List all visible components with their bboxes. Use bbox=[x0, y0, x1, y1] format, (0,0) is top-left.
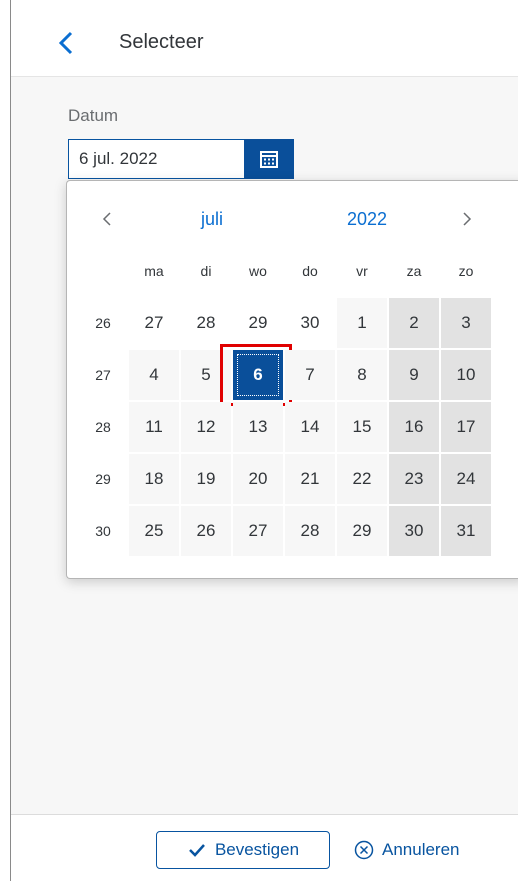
day-cell[interactable]: 27 bbox=[233, 506, 283, 556]
weekday-header: wo bbox=[249, 263, 267, 279]
day-cell[interactable]: 28 bbox=[181, 298, 231, 348]
dialog-header: Selecteer bbox=[11, 0, 518, 77]
dialog-footer: Bevestigen Annuleren bbox=[11, 814, 518, 881]
dialog: Selecteer Datum juli 2022 madiwodovrz bbox=[10, 0, 518, 881]
day-cell[interactable]: 30 bbox=[389, 506, 439, 556]
cancel-button-label: Annuleren bbox=[382, 840, 460, 859]
weekday-header: za bbox=[406, 263, 422, 279]
day-cell[interactable]: 21 bbox=[285, 454, 335, 504]
month-picker-button[interactable]: juli bbox=[201, 209, 223, 230]
week-number: 30 bbox=[95, 523, 111, 539]
day-cell[interactable]: 17 bbox=[441, 402, 491, 452]
day-cell[interactable]: 30 bbox=[285, 298, 335, 348]
day-cell[interactable]: 8 bbox=[337, 350, 387, 400]
day-cell[interactable]: 29 bbox=[337, 506, 387, 556]
day-cell[interactable]: 28 bbox=[285, 506, 335, 556]
confirm-button-label: Bevestigen bbox=[214, 840, 300, 859]
date-field-label: Datum bbox=[68, 106, 119, 125]
chevron-left-icon bbox=[102, 212, 111, 226]
day-cell[interactable]: 25 bbox=[129, 506, 179, 556]
calendar-toggle-button[interactable] bbox=[244, 139, 294, 179]
day-cell[interactable]: 19 bbox=[181, 454, 231, 504]
page-title: Selecteer bbox=[119, 31, 204, 53]
day-cell[interactable]: 1 bbox=[337, 298, 387, 348]
previous-month-button[interactable] bbox=[97, 207, 117, 231]
confirm-button[interactable]: Bevestigen bbox=[156, 831, 330, 869]
chevron-right-icon bbox=[463, 212, 472, 226]
day-cell[interactable]: 29 bbox=[233, 298, 283, 348]
next-month-button[interactable] bbox=[457, 207, 477, 231]
day-cell[interactable]: 4 bbox=[129, 350, 179, 400]
day-cell[interactable]: 18 bbox=[129, 454, 179, 504]
weekday-header: do bbox=[302, 263, 318, 279]
day-cell[interactable]: 7 bbox=[285, 350, 335, 400]
chevron-left-icon bbox=[58, 31, 73, 55]
day-cell[interactable]: 10 bbox=[441, 350, 491, 400]
week-number: 26 bbox=[95, 315, 111, 331]
cancel-button[interactable]: Annuleren bbox=[354, 831, 460, 869]
day-cell[interactable]: 24 bbox=[441, 454, 491, 504]
date-input[interactable] bbox=[68, 139, 244, 179]
week-number: 28 bbox=[95, 419, 111, 435]
day-cell[interactable]: 23 bbox=[389, 454, 439, 504]
day-cell[interactable]: 14 bbox=[285, 402, 335, 452]
day-cell[interactable]: 13 bbox=[233, 402, 283, 452]
cancel-circle-icon bbox=[354, 840, 374, 860]
weekday-header: zo bbox=[458, 263, 474, 279]
day-cell[interactable]: 12 bbox=[181, 402, 231, 452]
day-cell[interactable]: 31 bbox=[441, 506, 491, 556]
weekday-header: vr bbox=[356, 263, 368, 279]
day-cell[interactable]: 2 bbox=[389, 298, 439, 348]
day-cell[interactable]: 22 bbox=[337, 454, 387, 504]
year-picker-button[interactable]: 2022 bbox=[347, 209, 387, 230]
calendar-icon bbox=[260, 151, 278, 168]
day-cell[interactable]: 9 bbox=[389, 350, 439, 400]
day-cell[interactable]: 11 bbox=[129, 402, 179, 452]
day-cell[interactable]: 26 bbox=[181, 506, 231, 556]
day-cell[interactable]: 20 bbox=[233, 454, 283, 504]
calendar-popover: juli 2022 ma di wo do vr za zo 26 27 28 29 30 1 2 3 27 4… bbox=[66, 180, 518, 579]
week-number: 27 bbox=[95, 367, 111, 383]
day-cell[interactable]: 16 bbox=[389, 402, 439, 452]
weekday-header: di bbox=[200, 263, 212, 279]
selection-highlight-box bbox=[220, 344, 292, 406]
day-cell[interactable]: 15 bbox=[337, 402, 387, 452]
day-cell[interactable]: 3 bbox=[441, 298, 491, 348]
back-button[interactable] bbox=[55, 28, 79, 58]
weekday-header: ma bbox=[144, 263, 164, 279]
day-cell[interactable]: 27 bbox=[129, 298, 179, 348]
week-number: 29 bbox=[95, 471, 111, 487]
checkmark-icon bbox=[189, 844, 205, 857]
